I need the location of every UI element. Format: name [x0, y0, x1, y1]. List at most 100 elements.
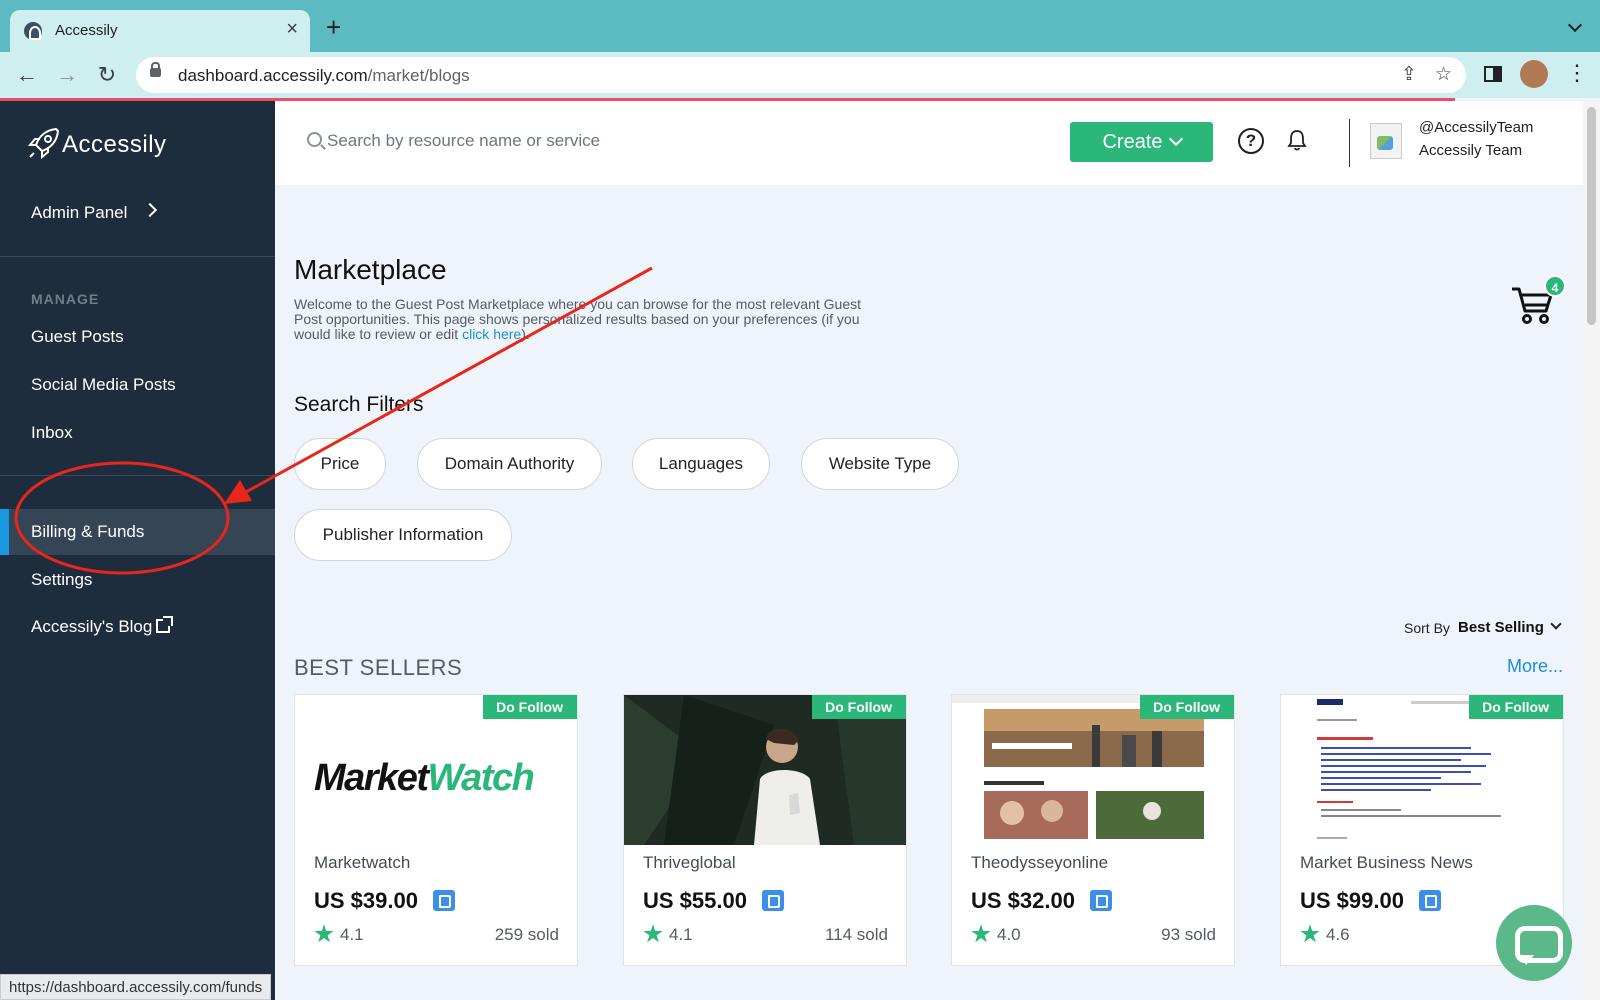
create-label: Create — [1102, 131, 1163, 153]
admin-panel-link[interactable]: Admin Panel — [31, 203, 127, 223]
card-sold: 114 sold — [824, 925, 888, 944]
user-name[interactable]: Accessily Team — [1419, 142, 1522, 159]
card-rating: 4.1 — [669, 925, 693, 944]
filters-title: Search Filters — [294, 393, 424, 416]
filter-languages[interactable]: Languages — [632, 438, 770, 490]
sidebar-item-label: Guest Posts — [31, 327, 124, 346]
card-name: Theodysseyonline — [971, 853, 1109, 872]
do-follow-badge: Do Follow — [812, 695, 906, 719]
product-card[interactable]: Do Follow Thriveglobal US $55.00 4.1 114… — [623, 694, 907, 966]
close-tab-icon[interactable]: × — [286, 19, 298, 39]
sidebar-divider — [0, 256, 275, 257]
reload-button[interactable]: ↻ — [92, 60, 122, 90]
sidebar-item-label: Social Media Posts — [31, 375, 176, 394]
marketwatch-logo: MarketWatch — [314, 757, 535, 799]
sidebar-item-billing[interactable]: Billing & Funds — [0, 509, 275, 555]
url-text[interactable]: dashboard.accessily.com/market/blogs — [178, 66, 470, 86]
url-domain: dashboard.accessily.com — [178, 66, 368, 85]
filter-publisher-information[interactable]: Publisher Information — [294, 509, 512, 561]
sidebar-item-settings[interactable]: Settings — [0, 557, 275, 603]
product-card[interactable]: Do Follow Theodysseyonline US $32.00 4.0… — [951, 694, 1235, 966]
profile-avatar[interactable] — [1520, 60, 1548, 88]
chevron-down-icon — [1168, 131, 1183, 147]
tab-search-chevron-icon[interactable] — [1567, 17, 1583, 33]
card-rating: 4.6 — [1326, 925, 1350, 944]
filter-domain-authority[interactable]: Domain Authority — [417, 438, 602, 490]
star-icon — [643, 924, 663, 943]
scrollbar-thumb[interactable] — [1587, 107, 1596, 325]
sidebar-divider — [0, 475, 275, 476]
browser-menu-icon[interactable]: ⋮ — [1566, 60, 1588, 86]
forward-button[interactable]: → — [52, 60, 82, 90]
section-title: BEST SELLERS — [294, 655, 463, 680]
rocket-icon — [27, 127, 60, 160]
bell-icon[interactable] — [1287, 129, 1307, 151]
new-tab-button[interactable]: + — [326, 14, 341, 40]
thumbs-up-icon — [762, 890, 784, 911]
filter-website-type[interactable]: Website Type — [801, 438, 959, 490]
card-sold: 93 sold — [1161, 925, 1216, 944]
card-rating: 4.1 — [340, 925, 364, 944]
help-icon[interactable]: ? — [1238, 128, 1264, 154]
card-price: US $39.00 — [314, 888, 418, 913]
search-input[interactable] — [327, 127, 927, 155]
star-icon — [1300, 924, 1320, 943]
page-title: Marketplace — [294, 254, 447, 285]
chevron-down-icon[interactable] — [1550, 618, 1562, 630]
external-link-icon — [156, 616, 174, 633]
thumbs-up-icon — [433, 890, 455, 911]
sidebar-item-blog[interactable]: Accessily's Blog — [0, 604, 275, 650]
do-follow-badge: Do Follow — [483, 695, 577, 719]
card-price: US $55.00 — [643, 888, 747, 913]
sidebar: Accessily Admin Panel MANAGE Guest Posts… — [0, 101, 275, 1000]
side-panel-icon[interactable] — [1484, 66, 1502, 82]
preferences-link[interactable]: click here — [462, 326, 521, 342]
url-path: /market/blogs — [367, 66, 470, 85]
top-header: Create ? @AccessilyTeam Accessily Team — [275, 101, 1583, 185]
card-name: Marketwatch — [314, 853, 411, 872]
intro-text: Welcome to the Guest Post Marketplace wh… — [294, 297, 874, 342]
sidebar-item-label: Billing & Funds — [31, 522, 145, 541]
share-icon[interactable]: ⇪ — [1401, 64, 1417, 85]
cart-count-badge: 4 — [1544, 275, 1566, 297]
browser-tab[interactable]: Accessily × — [10, 10, 310, 52]
sidebar-item-label: Accessily's Blog — [31, 616, 174, 637]
intro-body: Welcome to the Guest Post Marketplace wh… — [294, 296, 862, 342]
sidebar-item-label: Inbox — [31, 423, 73, 442]
page-scrollbar[interactable] — [1583, 101, 1600, 1000]
chat-widget-button[interactable] — [1496, 905, 1572, 981]
card-name: Market Business News — [1300, 853, 1473, 872]
do-follow-badge: Do Follow — [1140, 695, 1234, 719]
browser-toolbar: ← → ↻ dashboard.accessily.com/market/blo… — [0, 52, 1600, 98]
thumbs-up-icon — [1419, 890, 1441, 911]
browser-tab-bar: Accessily × + — [0, 0, 1600, 52]
search-icon — [307, 132, 322, 147]
favicon-icon — [24, 22, 42, 40]
more-link[interactable]: More... — [1507, 656, 1563, 677]
thumbs-up-icon — [1090, 890, 1112, 911]
section-label-manage: MANAGE — [31, 291, 100, 307]
sort-dropdown[interactable]: Best Selling — [1458, 619, 1544, 636]
card-rating: 4.0 — [997, 925, 1021, 944]
intro-end: ). — [521, 326, 530, 342]
address-bar[interactable]: dashboard.accessily.com/market/blogs ⇪ ☆ — [136, 57, 1466, 93]
lock-icon — [150, 62, 161, 77]
omnibox-actions: ⇪ ☆ — [1383, 63, 1452, 86]
chevron-right-icon[interactable] — [142, 202, 158, 218]
product-card[interactable]: MarketWatch Do Follow Marketwatch US $39… — [294, 694, 578, 966]
user-handle[interactable]: @AccessilyTeam — [1419, 119, 1533, 136]
card-price: US $99.00 — [1300, 888, 1404, 913]
card-price: US $32.00 — [971, 888, 1075, 913]
card-sold: 259 sold — [494, 925, 559, 944]
brand-name: Accessily — [62, 131, 167, 158]
sidebar-item-guest-posts[interactable]: Guest Posts — [0, 314, 275, 360]
user-avatar[interactable] — [1370, 123, 1402, 159]
blog-label: Accessily's Blog — [31, 617, 153, 636]
card-name: Thriveglobal — [643, 853, 736, 872]
sidebar-item-social-media-posts[interactable]: Social Media Posts — [0, 362, 275, 408]
filter-price[interactable]: Price — [294, 438, 386, 490]
create-button[interactable]: Create — [1070, 122, 1213, 162]
sidebar-item-inbox[interactable]: Inbox — [0, 410, 275, 456]
back-button[interactable]: ← — [12, 60, 42, 90]
bookmark-star-icon[interactable]: ☆ — [1435, 64, 1452, 85]
